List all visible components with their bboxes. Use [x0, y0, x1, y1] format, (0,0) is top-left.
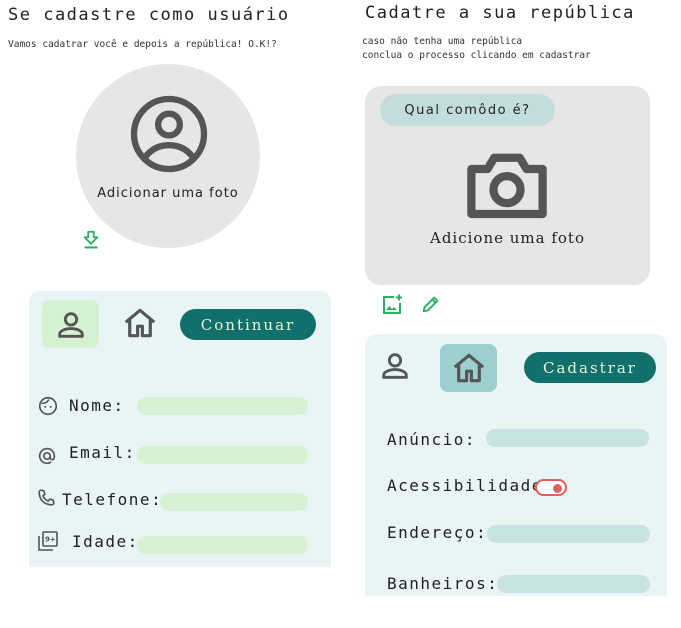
idade-input[interactable] [137, 536, 308, 554]
banheiros-label: Banheiros: [387, 574, 499, 593]
email-label: Email: [69, 443, 136, 462]
republic-section-title: Cadatre a sua república [365, 3, 635, 23]
republic-subtitle-line1: caso não tenha uma república [362, 36, 523, 47]
filter-9-plus-icon: 9+ [36, 529, 60, 553]
toggle-knob [553, 484, 562, 493]
register-button[interactable]: Cadastrar [524, 352, 656, 383]
telefone-input[interactable] [160, 493, 308, 511]
banheiros-input[interactable] [497, 575, 650, 593]
nome-input[interactable] [137, 397, 308, 415]
face-icon [37, 395, 59, 417]
acessibilidade-toggle[interactable] [535, 479, 567, 496]
anuncio-label: Anúncio: [387, 430, 477, 449]
account-circle-icon [127, 92, 211, 176]
email-input[interactable] [137, 446, 308, 464]
user-section-title: Se cadastre como usuário [8, 5, 290, 25]
continue-button[interactable]: Continuar [180, 309, 316, 340]
endereco-input[interactable] [487, 525, 650, 543]
at-sign-icon [36, 445, 58, 467]
tab-republic[interactable] [121, 304, 159, 342]
republic-form-card: Cadastrar Anúncio: Acessibilidade: Ender… [365, 334, 667, 596]
telefone-label: Telefone: [62, 490, 163, 509]
idade-label: Idade: [72, 532, 139, 551]
add-photo-icon[interactable] [380, 293, 404, 317]
republic-photo-picker[interactable]: Qual comôdo é? Adicione uma foto [365, 86, 650, 285]
home-icon [450, 349, 488, 387]
republic-photo-label: Adicione uma foto [429, 229, 585, 247]
endereco-label: Endereço: [387, 523, 488, 542]
tab-user[interactable] [42, 300, 99, 348]
person-icon [378, 349, 412, 383]
anuncio-input[interactable] [486, 429, 649, 447]
tab-user[interactable] [378, 349, 412, 383]
person-icon [54, 308, 88, 342]
user-photo-picker[interactable]: Adicionar uma foto [76, 64, 260, 248]
tab-republic[interactable] [440, 344, 497, 392]
acessibilidade-label: Acessibilidade: [387, 476, 554, 495]
republic-subtitle-line2: conclua o processo clicando em cadastrar [362, 50, 591, 61]
user-form-card: Continuar Nome: Email: Telefone: 9+ Idad… [29, 291, 331, 567]
pencil-icon[interactable] [420, 293, 442, 315]
download-icon[interactable] [80, 229, 102, 251]
user-photo-label: Adicionar uma foto [97, 186, 239, 201]
camera-icon [462, 144, 552, 224]
user-section-subtitle: Vamos cadatrar você e depois a república… [8, 39, 277, 50]
room-question-label[interactable]: Qual comôdo é? [380, 94, 555, 126]
svg-text:9+: 9+ [45, 536, 56, 544]
home-icon [121, 304, 159, 342]
nome-label: Nome: [69, 396, 125, 415]
phone-icon [35, 487, 57, 509]
